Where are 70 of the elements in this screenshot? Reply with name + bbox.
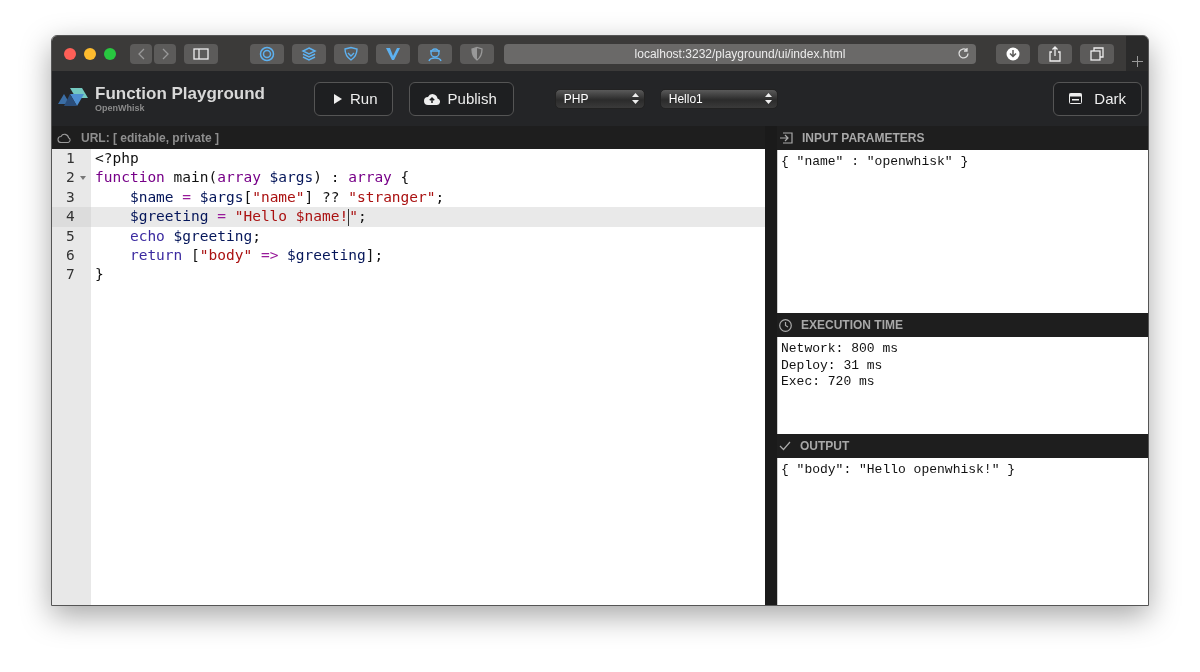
app-title: Function Playground <box>95 84 265 103</box>
line-number: 3 <box>66 188 75 205</box>
plus-icon <box>1131 56 1143 67</box>
cloud-icon <box>57 132 71 143</box>
chevron-right-icon <box>161 47 169 60</box>
line-number: 5 <box>66 227 75 244</box>
extension-button[interactable] <box>418 43 452 64</box>
theme-button[interactable]: Dark <box>1053 81 1142 116</box>
clock-icon <box>779 318 792 332</box>
output-panel: Network: 800 ms Deploy: 31 ms Exec: 720 ms <box>777 337 1148 434</box>
forward-button[interactable] <box>154 43 176 64</box>
back-button[interactable] <box>130 43 152 64</box>
chevron-left-icon <box>137 47 145 60</box>
reload-icon[interactable] <box>957 46 970 60</box>
layers-icon <box>301 45 317 62</box>
new-tab-button[interactable] <box>1126 36 1148 71</box>
address-field[interactable]: localhost:3232/playground/ui/index.html <box>504 43 976 64</box>
v-mark-icon <box>385 45 401 62</box>
line-number: 6 <box>66 246 75 263</box>
code-line[interactable]: echo $greeting; <box>91 226 261 246</box>
fold-arrow-icon[interactable] <box>80 176 86 181</box>
code-line[interactable]: $name = $args["name"] ?? "stranger"; <box>91 187 445 208</box>
line-number: 2 <box>66 169 75 186</box>
hat-figure-icon <box>427 45 443 62</box>
extension-button[interactable] <box>334 43 368 64</box>
panel-title: EXECUTION TIME <box>801 318 903 332</box>
cloud-upload-icon <box>423 92 440 105</box>
dropdown[interactable]: Hello1 <box>659 88 778 109</box>
share-button[interactable] <box>1038 43 1072 64</box>
share-icon <box>1048 45 1062 62</box>
code-line[interactable]: return ["body" => $greeting]; <box>91 245 384 266</box>
shield-icon <box>343 45 359 62</box>
publish-button[interactable]: Publish <box>408 81 514 116</box>
play-icon <box>334 93 342 104</box>
line-number: 7 <box>66 266 75 283</box>
window-control[interactable] <box>104 47 116 60</box>
sidebar-button[interactable] <box>184 43 218 64</box>
url-text: localhost:3232/playground/ui/index.html <box>634 46 846 61</box>
line-number: 4 <box>66 208 75 225</box>
app-subtitle: OpenWhisk <box>95 102 146 113</box>
code-line[interactable]: } <box>91 265 104 285</box>
download-button[interactable] <box>996 43 1030 64</box>
updown-arrows-icon <box>631 93 639 104</box>
extension-button[interactable] <box>376 43 410 64</box>
tabs-icon <box>1090 46 1104 61</box>
code-line[interactable]: function main(array $args) : array { <box>91 168 410 188</box>
text-area: { "body": "Hello openwhisk!" } <box>777 458 1148 605</box>
panel-title: OUTPUT <box>800 439 850 453</box>
sidebar-icon <box>193 47 209 60</box>
code-line[interactable]: <?php <box>91 149 139 169</box>
code-line[interactable]: $greeting = "Hello $name!"; <box>91 207 367 227</box>
line-number: 1 <box>66 150 75 166</box>
panel-title: INPUT PARAMETERS <box>802 131 925 145</box>
circle-icon <box>259 45 275 62</box>
url-label: URL: [ editable, private ] <box>81 130 220 145</box>
checkmark-icon <box>779 441 791 451</box>
half-shield-icon <box>469 45 485 62</box>
window-control[interactable] <box>84 47 96 60</box>
dropdown[interactable]: PHP <box>554 88 645 109</box>
run-button[interactable]: Run <box>314 81 393 116</box>
tabs-button[interactable] <box>1080 43 1114 64</box>
updown-arrows-icon <box>764 93 772 104</box>
window-control[interactable] <box>64 47 76 60</box>
window-icon <box>1069 93 1083 104</box>
sign-in-icon <box>779 132 793 144</box>
extension-button[interactable] <box>292 43 326 64</box>
extension-button[interactable] <box>460 43 494 64</box>
download-icon <box>1006 46 1020 61</box>
extension-button[interactable] <box>250 43 284 64</box>
text-area[interactable]: { "name" : "openwhisk" } <box>777 150 1148 313</box>
